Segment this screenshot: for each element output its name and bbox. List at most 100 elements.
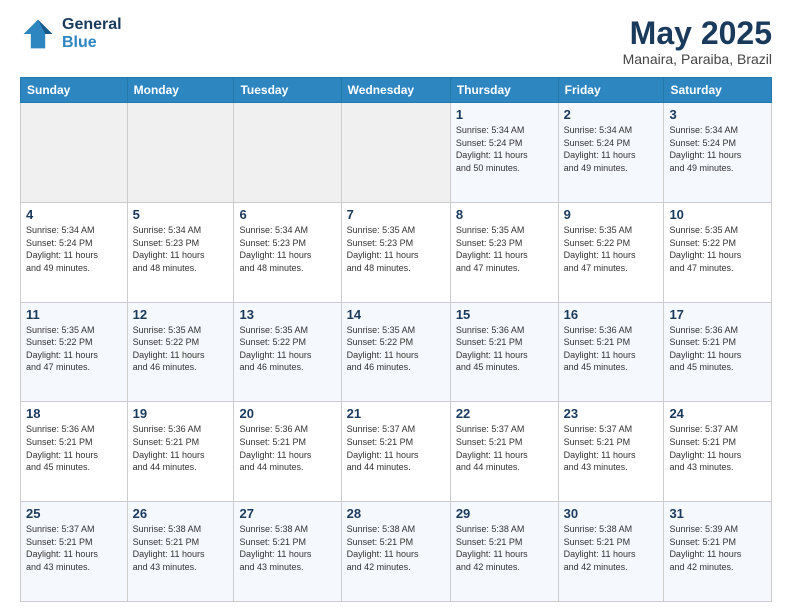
- calendar-cell: 29 Sunrise: 5:38 AM Sunset: 5:21 PM Dayli…: [450, 502, 558, 602]
- day-info: Sunrise: 5:34 AM Sunset: 5:24 PM Dayligh…: [564, 124, 659, 174]
- calendar-cell: 16 Sunrise: 5:36 AM Sunset: 5:21 PM Dayli…: [558, 302, 664, 402]
- calendar-cell: 9Sunrise: 5:35 AM Sunset: 5:22 PM Daylig…: [558, 202, 664, 302]
- day-info: Sunrise: 5:38 AM Sunset: 5:21 PM Dayligh…: [347, 523, 445, 573]
- day-number: 8: [456, 207, 553, 222]
- day-number: 14: [347, 307, 445, 322]
- day-info: Sunrise: 5:37 AM Sunset: 5:21 PM Dayligh…: [669, 423, 766, 473]
- day-info: Sunrise: 5:35 AM Sunset: 5:23 PM Dayligh…: [347, 224, 445, 274]
- day-number: 17: [669, 307, 766, 322]
- calendar-cell: 20 Sunrise: 5:36 AM Sunset: 5:21 PM Dayli…: [234, 402, 341, 502]
- day-number: 5: [133, 207, 229, 222]
- day-number: 28: [347, 506, 445, 521]
- title-area: May 2025 Manaira, Paraiba, Brazil: [623, 16, 772, 67]
- calendar-cell: 13 Sunrise: 5:35 AM Sunset: 5:22 PM Dayli…: [234, 302, 341, 402]
- calendar-week-row: 25 Sunrise: 5:37 AM Sunset: 5:21 PM Dayli…: [21, 502, 772, 602]
- calendar-cell: 8Sunrise: 5:35 AM Sunset: 5:23 PM Daylig…: [450, 202, 558, 302]
- calendar-cell: 4 Sunrise: 5:34 AM Sunset: 5:24 PM Daylig…: [21, 202, 128, 302]
- weekday-header-wednesday: Wednesday: [341, 78, 450, 103]
- day-number: 30: [564, 506, 659, 521]
- day-info: Sunrise: 5:35 AM Sunset: 5:22 PM Dayligh…: [239, 324, 335, 374]
- day-number: 1: [456, 107, 553, 122]
- calendar-cell: 1Sunrise: 5:34 AM Sunset: 5:24 PM Daylig…: [450, 103, 558, 203]
- day-number: 26: [133, 506, 229, 521]
- calendar-cell: 28 Sunrise: 5:38 AM Sunset: 5:21 PM Dayli…: [341, 502, 450, 602]
- day-number: 22: [456, 406, 553, 421]
- weekday-header-tuesday: Tuesday: [234, 78, 341, 103]
- day-info: Sunrise: 5:38 AM Sunset: 5:21 PM Dayligh…: [133, 523, 229, 573]
- weekday-header-saturday: Saturday: [664, 78, 772, 103]
- calendar-week-row: 1 Sunrise: 5:34 AM Sunset: 5:24 PM Daylig…: [21, 103, 772, 203]
- calendar-cell: 5 Sunrise: 5:34 AM Sunset: 5:23 PM Daylig…: [127, 202, 234, 302]
- day-info: Sunrise: 5:35 AM Sunset: 5:22 PM Dayligh…: [564, 224, 659, 274]
- day-info: Sunrise: 5:34 AM Sunset: 5:24 PM Dayligh…: [26, 224, 122, 274]
- calendar-cell: [127, 103, 234, 203]
- day-number: 23: [564, 406, 659, 421]
- logo-icon: [20, 16, 56, 52]
- day-info: Sunrise: 5:34 AM Sunset: 5:23 PM Dayligh…: [239, 224, 335, 274]
- calendar-cell: 15 Sunrise: 5:36 AM Sunset: 5:21 PM Dayli…: [450, 302, 558, 402]
- calendar-cell: 2 Sunrise: 5:34 AM Sunset: 5:24 PM Daylig…: [558, 103, 664, 203]
- calendar-cell: [234, 103, 341, 203]
- day-info: Sunrise: 5:36 AM Sunset: 5:21 PM Dayligh…: [456, 324, 553, 374]
- day-number: 15: [456, 307, 553, 322]
- calendar-cell: 3 Sunrise: 5:34 AM Sunset: 5:24 PM Daylig…: [664, 103, 772, 203]
- day-number: 13: [239, 307, 335, 322]
- calendar-cell: 11Sunrise: 5:35 AM Sunset: 5:22 PM Dayli…: [21, 302, 128, 402]
- calendar-cell: 22 Sunrise: 5:37 AM Sunset: 5:21 PM Dayli…: [450, 402, 558, 502]
- calendar-cell: 10Sunrise: 5:35 AM Sunset: 5:22 PM Dayli…: [664, 202, 772, 302]
- weekday-header-monday: Monday: [127, 78, 234, 103]
- day-number: 29: [456, 506, 553, 521]
- day-info: Sunrise: 5:34 AM Sunset: 5:23 PM Dayligh…: [133, 224, 229, 274]
- day-number: 2: [564, 107, 659, 122]
- day-number: 3: [669, 107, 766, 122]
- day-number: 20: [239, 406, 335, 421]
- day-info: Sunrise: 5:36 AM Sunset: 5:21 PM Dayligh…: [26, 423, 122, 473]
- calendar-cell: [21, 103, 128, 203]
- day-info: Sunrise: 5:36 AM Sunset: 5:21 PM Dayligh…: [564, 324, 659, 374]
- logo: General Blue: [20, 16, 122, 52]
- calendar-cell: 17Sunrise: 5:36 AM Sunset: 5:21 PM Dayli…: [664, 302, 772, 402]
- day-number: 16: [564, 307, 659, 322]
- day-info: Sunrise: 5:37 AM Sunset: 5:21 PM Dayligh…: [347, 423, 445, 473]
- calendar-cell: 30 Sunrise: 5:38 AM Sunset: 5:21 PM Dayli…: [558, 502, 664, 602]
- location: Manaira, Paraiba, Brazil: [623, 51, 772, 67]
- calendar-cell: 26 Sunrise: 5:38 AM Sunset: 5:21 PM Dayli…: [127, 502, 234, 602]
- month-title: May 2025: [623, 16, 772, 51]
- day-number: 25: [26, 506, 122, 521]
- day-number: 31: [669, 506, 766, 521]
- weekday-header-thursday: Thursday: [450, 78, 558, 103]
- day-number: 21: [347, 406, 445, 421]
- calendar-cell: 6 Sunrise: 5:34 AM Sunset: 5:23 PM Daylig…: [234, 202, 341, 302]
- day-number: 18: [26, 406, 122, 421]
- logo-text: General Blue: [62, 16, 122, 52]
- day-number: 10: [669, 207, 766, 222]
- calendar-cell: 14Sunrise: 5:35 AM Sunset: 5:22 PM Dayli…: [341, 302, 450, 402]
- calendar-week-row: 18 Sunrise: 5:36 AM Sunset: 5:21 PM Dayli…: [21, 402, 772, 502]
- day-info: Sunrise: 5:37 AM Sunset: 5:21 PM Dayligh…: [456, 423, 553, 473]
- day-number: 19: [133, 406, 229, 421]
- day-info: Sunrise: 5:37 AM Sunset: 5:21 PM Dayligh…: [26, 523, 122, 573]
- day-info: Sunrise: 5:38 AM Sunset: 5:21 PM Dayligh…: [456, 523, 553, 573]
- calendar-cell: 31 Sunrise: 5:39 AM Sunset: 5:21 PM Dayli…: [664, 502, 772, 602]
- day-number: 11: [26, 307, 122, 322]
- calendar-cell: 23Sunrise: 5:37 AM Sunset: 5:21 PM Dayli…: [558, 402, 664, 502]
- weekday-header-friday: Friday: [558, 78, 664, 103]
- day-number: 4: [26, 207, 122, 222]
- calendar-cell: 12Sunrise: 5:35 AM Sunset: 5:22 PM Dayli…: [127, 302, 234, 402]
- calendar-table: SundayMondayTuesdayWednesdayThursdayFrid…: [20, 77, 772, 602]
- day-info: Sunrise: 5:39 AM Sunset: 5:21 PM Dayligh…: [669, 523, 766, 573]
- calendar-cell: 25 Sunrise: 5:37 AM Sunset: 5:21 PM Dayli…: [21, 502, 128, 602]
- calendar-cell: 18 Sunrise: 5:36 AM Sunset: 5:21 PM Dayli…: [21, 402, 128, 502]
- day-info: Sunrise: 5:38 AM Sunset: 5:21 PM Dayligh…: [239, 523, 335, 573]
- day-info: Sunrise: 5:36 AM Sunset: 5:21 PM Dayligh…: [239, 423, 335, 473]
- day-info: Sunrise: 5:38 AM Sunset: 5:21 PM Dayligh…: [564, 523, 659, 573]
- day-number: 24: [669, 406, 766, 421]
- calendar-week-row: 4 Sunrise: 5:34 AM Sunset: 5:24 PM Daylig…: [21, 202, 772, 302]
- page-header: General Blue May 2025 Manaira, Paraiba, …: [20, 16, 772, 67]
- day-number: 6: [239, 207, 335, 222]
- calendar-cell: 24 Sunrise: 5:37 AM Sunset: 5:21 PM Dayli…: [664, 402, 772, 502]
- day-number: 12: [133, 307, 229, 322]
- calendar-cell: 27Sunrise: 5:38 AM Sunset: 5:21 PM Dayli…: [234, 502, 341, 602]
- day-number: 7: [347, 207, 445, 222]
- day-info: Sunrise: 5:34 AM Sunset: 5:24 PM Dayligh…: [669, 124, 766, 174]
